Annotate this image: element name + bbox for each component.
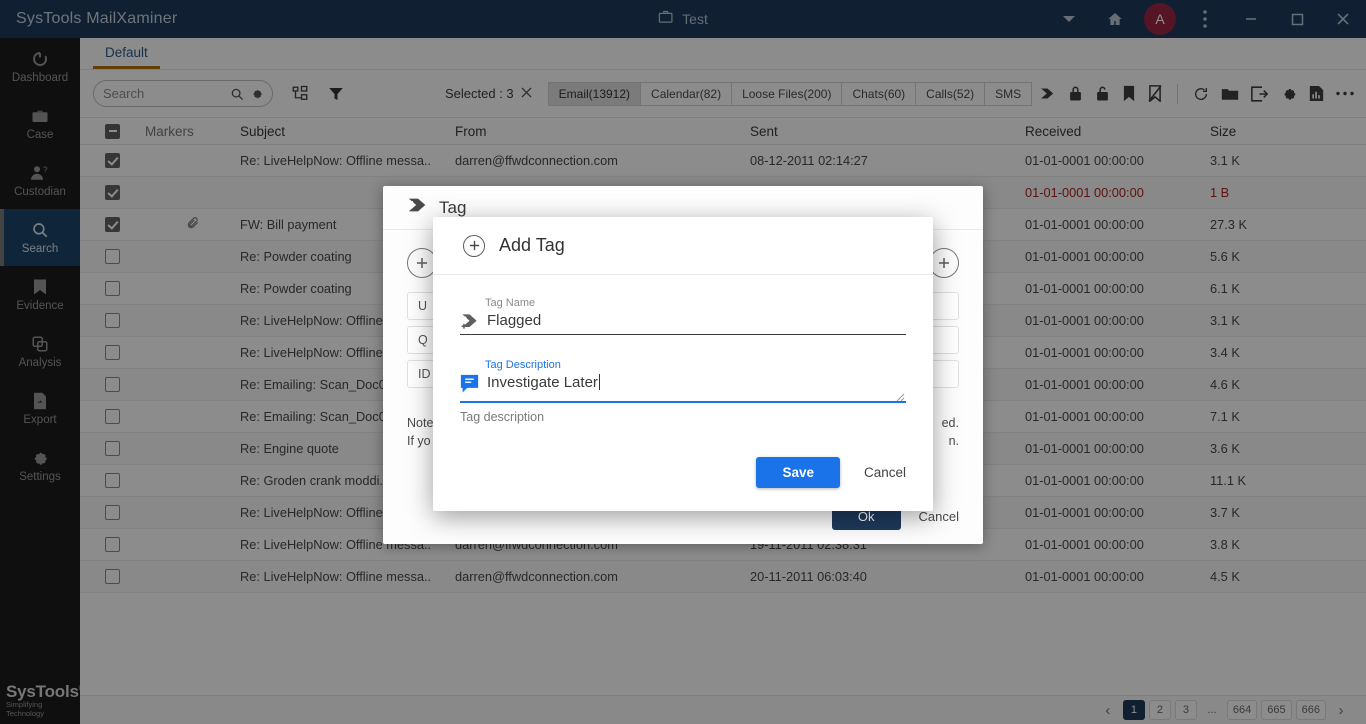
note-line-2-right: n. [948, 434, 959, 448]
application-window: SysTools MailXaminer Test A Dashboard Ca… [0, 0, 1366, 724]
plus-circle-icon [463, 234, 485, 257]
add-tag-modal-footer: Save Cancel [756, 457, 906, 488]
add-tag-modal-header: Add Tag [433, 217, 933, 275]
text-caret [598, 374, 600, 390]
tag-name-label: Tag Name [485, 297, 536, 309]
tag-description-label: Tag Description [485, 359, 561, 371]
cancel-button[interactable]: Cancel [919, 509, 959, 524]
tag-description-row[interactable]: Investigate Later [460, 371, 906, 402]
resize-grip-icon[interactable] [896, 389, 905, 402]
tag-name-field: Tag Name Flagged [460, 297, 906, 335]
note-line-1-left: Note [407, 416, 434, 430]
cancel-button[interactable]: Cancel [864, 465, 906, 480]
save-button[interactable]: Save [756, 457, 840, 488]
add-tag-modal-body: Tag Name Flagged Tag Description Investi… [433, 275, 933, 424]
add-tag-modal: Add Tag Tag Name Flagged Tag Description… [433, 217, 933, 511]
tag-dialog-title: Tag [439, 197, 467, 217]
tag-name-underline [460, 334, 906, 335]
add-tag-modal-title: Add Tag [499, 235, 565, 255]
tag-description-underline [460, 401, 906, 403]
tag-name-row[interactable]: Flagged [460, 309, 906, 334]
tag-description-field: Tag Description Investigate Later Tag de… [460, 359, 906, 424]
tag-description-value[interactable]: Investigate Later [487, 374, 598, 391]
comment-icon [460, 371, 479, 393]
tag-name-value[interactable]: Flagged [487, 311, 541, 331]
note-line-2-left: If yo [407, 434, 431, 448]
note-line-1-right: ed. [941, 416, 959, 430]
tag-description-hint: Tag description [460, 410, 545, 424]
add-circle-icon-right[interactable] [929, 248, 959, 278]
tag-icon [407, 194, 429, 221]
tag-icon [460, 309, 479, 331]
